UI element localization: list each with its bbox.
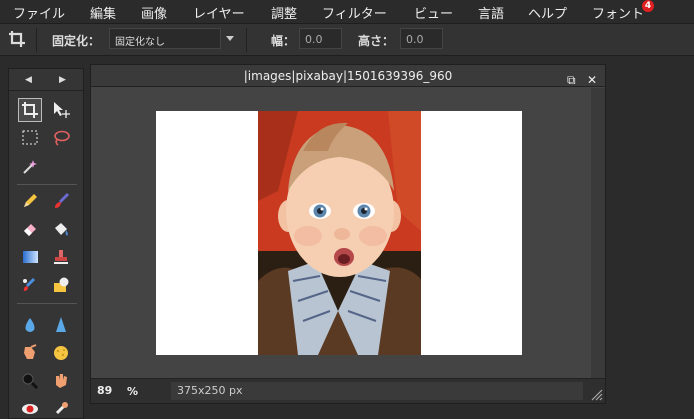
chevron-down-icon[interactable]: [226, 36, 234, 41]
marquee-icon: [22, 130, 38, 145]
pencil-icon: [24, 194, 37, 207]
zoom-icon: [22, 373, 39, 390]
menu-bar: ファイル 編集 画像 レイヤー 調整 フィルター ビュー 言語 ヘルプ フォント…: [0, 0, 694, 24]
fixed-select[interactable]: 固定化なし: [109, 28, 221, 49]
height-input[interactable]: 0.0: [400, 28, 443, 49]
baby-photo-image: [258, 111, 421, 355]
menu-image[interactable]: 画像: [141, 3, 167, 22]
width-input[interactable]: 0.0: [299, 28, 342, 49]
fixed-label: 固定化：: [52, 34, 101, 48]
status-bar: 89 % 375x250 px: [91, 378, 605, 403]
hand-tool[interactable]: [49, 369, 73, 393]
width-label: 幅：: [271, 34, 296, 48]
horizontal-scrollbar[interactable]: [281, 382, 583, 400]
crop-icon: [22, 102, 38, 118]
image-size: 375x250 px: [171, 382, 281, 400]
canvas[interactable]: [156, 111, 522, 355]
bucket-icon: [55, 223, 68, 236]
document-title: |images|pixabay|1501639396_960: [243, 69, 453, 83]
marquee-tool[interactable]: [18, 126, 42, 150]
gradient-tool[interactable]: [18, 245, 42, 269]
menu-language[interactable]: 言語: [478, 3, 504, 22]
red-eye-icon: [22, 404, 38, 414]
sharpen-tool[interactable]: [49, 313, 73, 337]
sponge-icon: [54, 346, 68, 360]
separator: [36, 28, 37, 52]
eraser-icon: [24, 224, 36, 236]
crop-icon: [9, 31, 25, 47]
menu-filter[interactable]: フィルター: [322, 3, 387, 22]
eraser-tool[interactable]: [18, 217, 42, 241]
red-eye-tool[interactable]: [18, 397, 42, 419]
stamp-icon: [54, 250, 68, 264]
magic-wand-tool[interactable]: [18, 154, 42, 178]
blur-tool[interactable]: [18, 313, 42, 337]
separator: [246, 28, 247, 52]
zoom-value[interactable]: 89: [97, 384, 112, 397]
right-panel-area: [612, 64, 694, 419]
options-bar: 固定化： 固定化なし 幅： 0.0 高さ： 0.0: [0, 24, 694, 56]
toolbox-next-arrow[interactable]: ▶: [59, 75, 66, 85]
gradient-icon: [23, 251, 38, 263]
magic-wand-icon: [23, 160, 37, 174]
menu-view[interactable]: ビュー: [414, 3, 453, 22]
color-replace-tool[interactable]: [18, 273, 42, 297]
document-title-bar[interactable]: |images|pixabay|1501639396_960 ⧉ ✕: [91, 65, 605, 87]
baby-photo: [258, 111, 421, 355]
document-window: |images|pixabay|1501639396_960 ⧉ ✕ 89 % …: [90, 64, 606, 404]
lasso-tool[interactable]: [49, 126, 73, 150]
height-label: 高さ：: [358, 34, 395, 48]
menu-adjust[interactable]: 調整: [271, 3, 297, 22]
toolbox-prev-arrow[interactable]: ◀: [25, 75, 32, 85]
move-tool[interactable]: [49, 98, 73, 122]
resize-grip-icon[interactable]: [591, 389, 603, 401]
blur-icon: [25, 318, 35, 332]
crop-tool[interactable]: [18, 98, 42, 122]
lasso-icon: [54, 130, 70, 146]
menu-font[interactable]: フォント 4: [592, 0, 655, 22]
color-picker-icon: [55, 402, 68, 415]
move-icon: [54, 102, 70, 118]
separator: [17, 303, 77, 304]
smudge-tool[interactable]: [18, 341, 42, 365]
sponge-tool[interactable]: [49, 341, 73, 365]
canvas-area[interactable]: [91, 88, 591, 378]
shape-icon: [54, 277, 69, 292]
vertical-scrollbar[interactable]: [591, 88, 605, 378]
stamp-tool[interactable]: [49, 245, 73, 269]
menu-file[interactable]: ファイル: [13, 3, 65, 22]
color-replace-icon: [23, 277, 36, 291]
shape-tool[interactable]: [49, 273, 73, 297]
pencil-tool[interactable]: [18, 189, 42, 213]
menu-font-label: フォント: [592, 7, 645, 22]
toolbox: ◀ ▶: [8, 68, 84, 419]
menu-help[interactable]: ヘルプ: [528, 3, 567, 22]
menu-edit[interactable]: 編集: [90, 3, 116, 22]
zoom-tool[interactable]: [18, 369, 42, 393]
toolbox-header: ◀ ▶: [9, 69, 83, 91]
picker-tool[interactable]: [49, 397, 73, 419]
sharpen-icon: [56, 317, 66, 332]
font-badge: 4: [642, 0, 655, 12]
hand-icon: [56, 374, 67, 388]
separator: [17, 184, 77, 185]
brush-tool[interactable]: [49, 189, 73, 213]
smudge-icon: [24, 344, 37, 359]
brush-icon: [55, 192, 70, 208]
zoom-unit: %: [127, 385, 139, 398]
bucket-tool[interactable]: [49, 217, 73, 241]
menu-layer[interactable]: レイヤー: [193, 3, 245, 22]
